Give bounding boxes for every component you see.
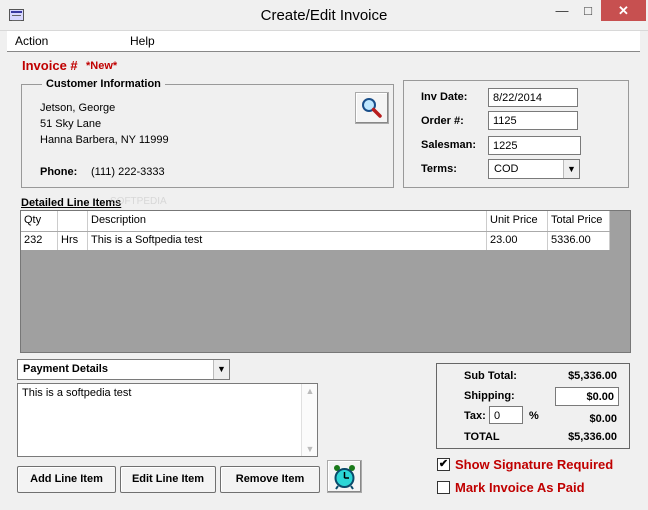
shipping-label: Shipping:	[464, 390, 515, 402]
chevron-down-icon[interactable]: ▼	[213, 360, 229, 379]
total-value: $5,336.00	[568, 431, 617, 443]
edit-line-item-button[interactable]: Edit Line Item	[120, 466, 216, 493]
payment-details-value: Payment Details	[23, 363, 108, 375]
totals-panel: Sub Total: $5,336.00 Shipping: $0.00 Tax…	[436, 363, 630, 449]
column-header-unit[interactable]	[58, 211, 88, 231]
order-number-label: Order #:	[421, 115, 464, 127]
customer-address-line1: 51 Sky Lane	[40, 118, 102, 130]
invoice-status: *New*	[86, 60, 118, 72]
payment-details-dropdown[interactable]: Payment Details ▼	[17, 359, 230, 380]
grid-header: Qty Description Unit Price Total Price	[21, 211, 610, 232]
show-signature-option[interactable]: ✔ Show Signature Required	[437, 457, 637, 473]
phone-label: Phone:	[40, 166, 78, 178]
table-row[interactable]: 232 Hrs This is a Softpedia test 23.00 5…	[21, 232, 610, 250]
mark-paid-label[interactable]: Mark Invoice As Paid	[455, 480, 585, 495]
cell-unit[interactable]: Hrs	[58, 232, 88, 250]
column-header-description[interactable]: Description	[88, 211, 487, 231]
salesman-field[interactable]: 1225	[488, 136, 581, 155]
column-header-qty[interactable]: Qty	[21, 211, 58, 231]
customer-phone: (111) 222-3333	[91, 166, 165, 178]
shipping-field[interactable]: $0.00	[555, 387, 619, 406]
cell-qty[interactable]: 232	[21, 232, 58, 250]
minimize-button[interactable]: —	[549, 0, 575, 21]
menu-action[interactable]: Action	[15, 34, 48, 48]
softpedia-watermark: SOFTPEDIA	[110, 196, 167, 207]
notes-scrollbar[interactable]: ▲ ▼	[301, 384, 317, 456]
order-number-field[interactable]: 1125	[488, 111, 578, 130]
close-button[interactable]: ✕	[601, 0, 646, 21]
subtotal-value: $5,336.00	[568, 370, 617, 382]
line-items-section-label: Detailed Line Items	[21, 197, 122, 209]
customer-info-title: Customer Information	[42, 78, 165, 90]
customer-search-button[interactable]	[355, 92, 389, 124]
show-signature-checkbox[interactable]: ✔	[437, 458, 450, 471]
subtotal-label: Sub Total:	[464, 370, 517, 382]
line-items-grid[interactable]: Qty Description Unit Price Total Price 2…	[20, 210, 631, 353]
mark-paid-checkbox[interactable]	[437, 481, 450, 494]
reminder-button[interactable]	[327, 460, 362, 493]
title-bar: Create/Edit Invoice — □ ✕	[0, 0, 648, 31]
alarm-clock-icon	[334, 465, 355, 490]
inv-date-field[interactable]: 8/22/2014	[488, 88, 578, 107]
terms-label: Terms:	[421, 163, 457, 175]
chevron-down-icon[interactable]: ▼	[563, 160, 579, 178]
total-label: TOTAL	[464, 431, 500, 443]
payment-notes-text: This is a softpedia test	[22, 387, 132, 399]
salesman-label: Salesman:	[421, 139, 477, 151]
menu-help[interactable]: Help	[130, 34, 155, 48]
invoice-number-label: Invoice #	[22, 58, 78, 73]
scroll-up-icon[interactable]: ▲	[302, 386, 318, 396]
cell-description[interactable]: This is a Softpedia test	[88, 232, 487, 250]
cell-total-price[interactable]: 5336.00	[548, 232, 610, 250]
scroll-down-icon[interactable]: ▼	[302, 444, 318, 454]
add-line-item-button[interactable]: Add Line Item	[17, 466, 116, 493]
column-header-total-price[interactable]: Total Price	[548, 211, 610, 231]
menu-bar: Action Help	[7, 31, 640, 52]
column-header-unit-price[interactable]: Unit Price	[487, 211, 548, 231]
tax-label: Tax:	[464, 410, 486, 422]
tax-rate-field[interactable]: 0	[489, 406, 523, 424]
customer-name: Jetson, George	[40, 102, 116, 114]
inv-date-label: Inv Date:	[421, 91, 468, 103]
payment-notes-textarea[interactable]: This is a softpedia test ▲ ▼	[17, 383, 318, 457]
mark-paid-option[interactable]: Mark Invoice As Paid	[437, 480, 617, 496]
customer-address-line2: Hanna Barbera, NY 11999	[40, 134, 169, 146]
remove-item-button[interactable]: Remove Item	[220, 466, 320, 493]
terms-dropdown[interactable]: COD ▼	[488, 159, 580, 179]
cell-unit-price[interactable]: 23.00	[487, 232, 548, 250]
maximize-button[interactable]: □	[575, 0, 601, 21]
magnifier-icon	[362, 98, 382, 118]
tax-value: $0.00	[589, 413, 617, 425]
tax-percent-sign: %	[529, 410, 539, 422]
terms-value: COD	[494, 163, 519, 175]
show-signature-label[interactable]: Show Signature Required	[455, 457, 613, 472]
